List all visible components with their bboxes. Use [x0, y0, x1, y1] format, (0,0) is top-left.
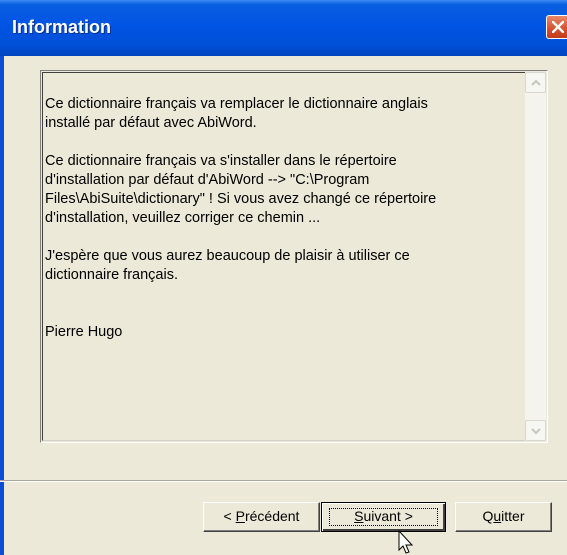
next-button[interactable]: Suivant >	[321, 502, 446, 532]
quit-button[interactable]: Quitter	[455, 502, 552, 532]
scroll-down-button[interactable]	[525, 420, 546, 441]
paragraph-install-path: Ce dictionnaire français va s'installer …	[45, 153, 437, 226]
scroll-up-button[interactable]	[525, 72, 546, 93]
close-icon	[552, 21, 564, 33]
chevron-up-icon	[531, 79, 541, 86]
vertical-scrollbar[interactable]	[525, 72, 546, 441]
signature: Pierre Hugo	[45, 324, 123, 340]
title-bar[interactable]: Information	[0, 0, 567, 56]
info-text-area[interactable]: Ce dictionnaire français va remplacer le…	[40, 70, 548, 443]
separator	[0, 480, 567, 482]
close-button[interactable]	[546, 15, 567, 39]
info-text: Ce dictionnaire français va remplacer le…	[45, 95, 523, 361]
chevron-down-icon	[531, 428, 541, 435]
mouse-cursor-icon	[398, 530, 414, 554]
paragraph-enjoy: J'espère que vous aurez beaucoup de plai…	[45, 248, 410, 283]
paragraph-replace: Ce dictionnaire français va remplacer le…	[45, 96, 428, 131]
previous-button[interactable]: < Précédent	[203, 502, 320, 532]
window-title: Information	[12, 17, 111, 37]
